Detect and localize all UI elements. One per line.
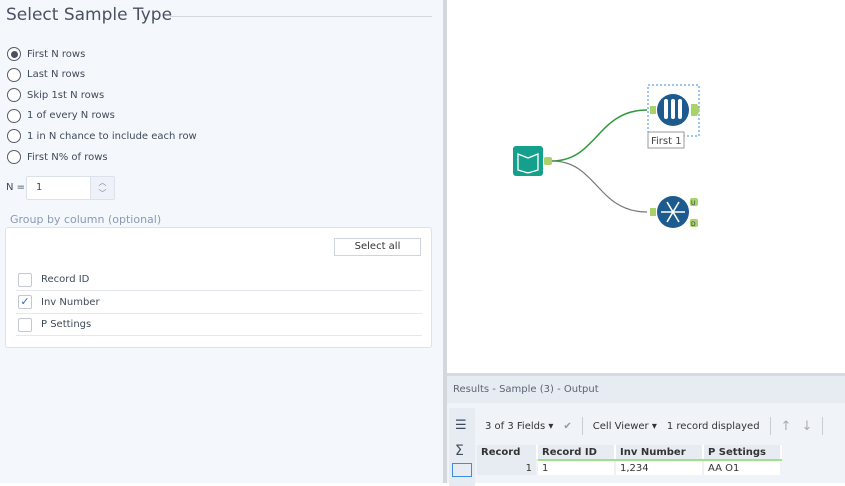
unique-tool-icon[interactable]: U D: [650, 196, 698, 228]
table-cell[interactable]: 1,234: [615, 460, 704, 475]
spinner[interactable]: ︿ ﹀: [90, 177, 114, 199]
results-title: Results - Sample (3) - Output: [447, 376, 845, 403]
radio-label: Last N rows: [27, 69, 86, 81]
table-row[interactable]: 1 1 1,234 AA O1: [477, 460, 782, 475]
column-header[interactable]: Inv Number: [615, 445, 704, 461]
radio-label: 1 in N chance to include each row: [27, 130, 197, 142]
radio-option[interactable]: First N rows: [7, 46, 85, 62]
radio-label: Skip 1st N rows: [27, 89, 105, 101]
sample-tool-icon[interactable]: [650, 94, 700, 126]
workflow-canvas[interactable]: First 1 U D: [447, 0, 845, 373]
divider: [170, 16, 432, 17]
sum-icon[interactable]: Σ: [455, 443, 469, 459]
checkbox[interactable]: [18, 272, 32, 287]
configuration-panel: Select Sample Type First N rows Last N ro…: [0, 0, 443, 483]
group-by-box: Select all Record ID ✓ Inv Number P Setting…: [5, 227, 432, 348]
arrow-up-icon[interactable]: ↑: [781, 419, 792, 434]
results-panel: Results - Sample (3) - Output ☰ Σ 3 of 3…: [447, 373, 845, 486]
tag-icon[interactable]: [452, 463, 472, 477]
radio-label: 1 of every N rows: [27, 110, 115, 122]
checkbox[interactable]: [18, 317, 32, 332]
radio-dot: [10, 50, 18, 58]
fields-label: 3 of 3 Fields: [485, 420, 546, 432]
divider: [822, 417, 824, 435]
radio-option[interactable]: Last N rows: [7, 67, 85, 83]
divider: [581, 417, 583, 435]
table-view-icon[interactable]: ☰: [455, 418, 469, 433]
section-title: Select Sample Type: [6, 5, 173, 25]
fields-dropdown[interactable]: 3 of 3 Fields ▾: [485, 421, 553, 432]
column-label: P Settings: [41, 319, 92, 330]
checkbox[interactable]: ✓: [18, 295, 32, 309]
cell-viewer-dropdown[interactable]: Cell Viewer ▾: [593, 421, 657, 432]
radio-button[interactable]: [7, 150, 21, 164]
results-toolbar: 3 of 3 Fields ▾ ✔ Cell Viewer ▾ 1 record…: [477, 413, 845, 439]
n-stepper[interactable]: 1 ︿ ﹀: [26, 176, 115, 200]
column-checkbox-row[interactable]: Record ID: [16, 269, 422, 291]
viewer-label: Cell Viewer: [592, 420, 649, 432]
n-value: 1: [36, 182, 43, 193]
results-table: Record Record ID Inv Number P Settings 1 1 1,…: [477, 445, 782, 475]
table-cell[interactable]: 1: [537, 460, 616, 475]
chevron-down-icon[interactable]: ﹀: [91, 188, 114, 199]
radio-button[interactable]: [7, 129, 21, 144]
select-all-button[interactable]: Select all: [334, 238, 421, 256]
table-cell[interactable]: 1: [477, 460, 538, 475]
record-count: 1 record displayed: [666, 420, 760, 432]
column-header[interactable]: Record: [477, 445, 538, 461]
radio-label: First N% of rows: [27, 151, 108, 163]
input-tool-icon[interactable]: [513, 146, 552, 176]
column-checkbox-row[interactable]: ✓ Inv Number: [16, 292, 422, 314]
column-header[interactable]: Record ID: [537, 445, 616, 461]
radio-option[interactable]: Skip 1st N rows: [7, 87, 104, 103]
connection: [551, 109, 648, 162]
radio-button[interactable]: [7, 88, 21, 103]
u-port[interactable]: U: [691, 200, 695, 207]
radio-option[interactable]: First N% of rows: [7, 149, 108, 165]
results-sidebar: ☰ Σ: [449, 408, 475, 486]
connection: [551, 160, 648, 213]
table-cell[interactable]: AA O1: [703, 460, 782, 475]
radio-button[interactable]: [7, 47, 21, 61]
checkmark-icon[interactable]: ✔: [563, 421, 571, 432]
radio-button[interactable]: [7, 67, 21, 82]
radio-label: First N rows: [27, 48, 86, 60]
radio-button[interactable]: [7, 108, 21, 123]
chevron-up-icon[interactable]: ︿: [91, 177, 114, 188]
radio-option[interactable]: 1 of every N rows: [7, 108, 115, 124]
column-header[interactable]: P Settings: [703, 445, 782, 461]
radio-option[interactable]: 1 in N chance to include each row: [7, 128, 197, 144]
column-label: Record ID: [41, 274, 90, 285]
sample-annotation: First 1: [651, 136, 682, 147]
column-checkbox-row[interactable]: P Settings: [16, 314, 422, 336]
column-label: Inv Number: [41, 296, 100, 308]
d-port[interactable]: D: [691, 221, 696, 228]
divider: [769, 417, 771, 435]
n-label: N =: [6, 182, 26, 193]
group-by-label: Group by column (optional): [10, 213, 162, 226]
arrow-down-icon[interactable]: ↓: [801, 419, 812, 434]
